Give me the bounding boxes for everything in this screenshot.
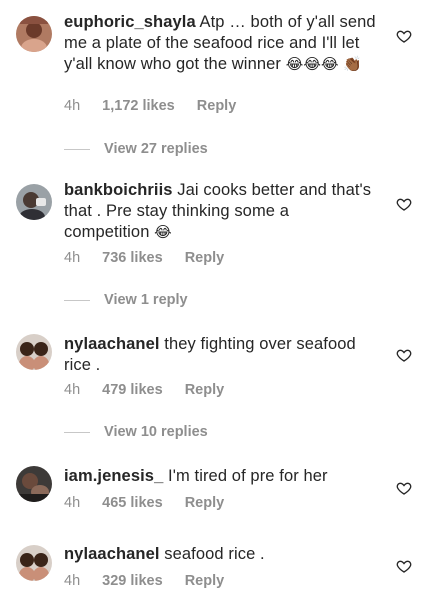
heart-icon	[396, 198, 412, 211]
comment-likes[interactable]: 736 likes	[102, 250, 162, 266]
comment-username[interactable]: iam.jenesis_	[64, 467, 163, 485]
comment-text: seafood rice .	[164, 545, 265, 563]
comment-meta: 4h 465 likes Reply	[64, 495, 242, 511]
comment-body: nylaachanel they fighting over seafood r…	[64, 334, 376, 376]
comment-username[interactable]: nylaachanel	[64, 335, 160, 353]
comment-time: 4h	[64, 382, 81, 398]
comment-meta: 4h 479 likes Reply	[64, 382, 242, 398]
comment-text: I'm tired of pre for her	[168, 467, 328, 485]
heart-icon	[396, 482, 412, 495]
like-button[interactable]	[396, 28, 412, 44]
comment-likes[interactable]: 465 likes	[102, 495, 162, 511]
comment-meta: 4h 736 likes Reply	[64, 250, 242, 266]
reply-button[interactable]: Reply	[197, 98, 237, 114]
reply-button[interactable]: Reply	[185, 495, 225, 511]
comment-time: 4h	[64, 495, 81, 511]
like-button[interactable]	[396, 558, 412, 574]
view-replies-button[interactable]: View 27 replies	[64, 141, 208, 157]
comment-likes[interactable]: 1,172 likes	[102, 98, 175, 114]
avatar[interactable]	[16, 184, 52, 220]
reply-button[interactable]: Reply	[185, 382, 225, 398]
comment-body: iam.jenesis_ I'm tired of pre for her	[64, 466, 376, 487]
comment-body: bankboichriis Jai cooks better and that'…	[64, 180, 376, 243]
comment-username[interactable]: nylaachanel	[64, 545, 160, 563]
view-replies-label: View 10 replies	[104, 424, 208, 440]
avatar-photo-icon	[16, 334, 52, 370]
view-replies-button[interactable]: View 1 reply	[64, 292, 188, 308]
like-button[interactable]	[396, 480, 412, 496]
avatar-photo-icon	[16, 16, 52, 52]
comment-meta: 4h 329 likes Reply	[64, 573, 242, 589]
comment-username[interactable]: bankboichriis	[64, 181, 173, 199]
avatar[interactable]	[16, 334, 52, 370]
like-button[interactable]	[396, 196, 412, 212]
avatar[interactable]	[16, 466, 52, 502]
comment-time: 4h	[64, 98, 81, 114]
reply-button[interactable]: Reply	[185, 250, 225, 266]
comment-time: 4h	[64, 250, 81, 266]
comment-emojis: 😂	[154, 223, 172, 241]
comment-likes[interactable]: 479 likes	[102, 382, 162, 398]
avatar[interactable]	[16, 16, 52, 52]
view-replies-button[interactable]: View 10 replies	[64, 424, 208, 440]
comment-emojis: 😂😂😂 👏🏾	[285, 55, 363, 73]
avatar-photo-icon	[16, 466, 52, 502]
comment-meta: 4h 1,172 likes Reply	[64, 98, 254, 114]
comment-username[interactable]: euphoric_shayla	[64, 13, 196, 31]
heart-icon	[396, 30, 412, 43]
view-replies-label: View 1 reply	[104, 292, 188, 308]
avatar-photo-icon	[16, 184, 52, 220]
heart-icon	[396, 560, 412, 573]
reply-button[interactable]: Reply	[185, 573, 225, 589]
heart-icon	[396, 349, 412, 362]
replies-divider	[64, 431, 90, 433]
comment-body: euphoric_shayla Atp … both of y'all send…	[64, 12, 376, 75]
replies-divider	[64, 299, 90, 301]
comment-body: nylaachanel seafood rice .	[64, 544, 376, 565]
avatar[interactable]	[16, 545, 52, 581]
comment-time: 4h	[64, 573, 81, 589]
avatar-photo-icon	[16, 545, 52, 581]
like-button[interactable]	[396, 347, 412, 363]
view-replies-label: View 27 replies	[104, 141, 208, 157]
comment-likes[interactable]: 329 likes	[102, 573, 162, 589]
replies-divider	[64, 148, 90, 150]
